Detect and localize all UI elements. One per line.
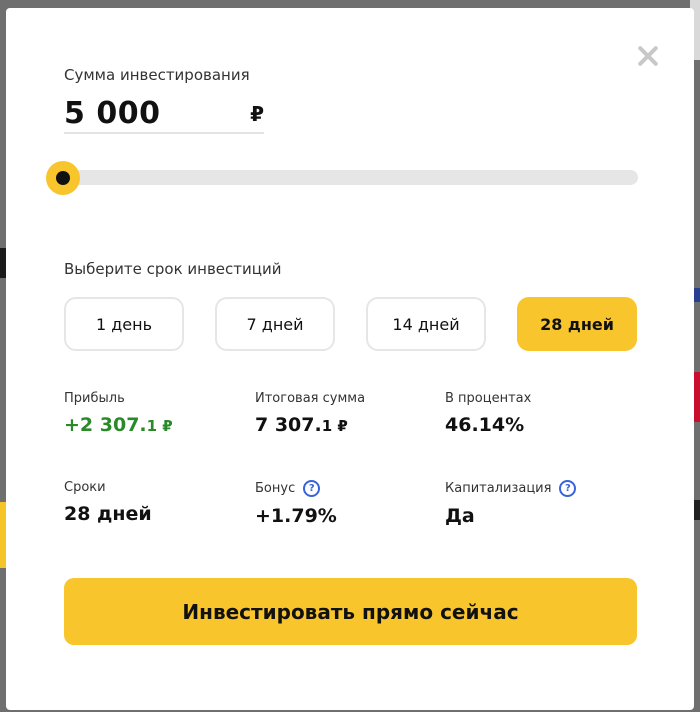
bonus-label-row: Бонус ? bbox=[255, 480, 337, 497]
term-option-14-days[interactable]: 14 дней bbox=[366, 297, 486, 351]
term-option-7-days[interactable]: 7 дней bbox=[215, 297, 335, 351]
total-stat: Итоговая сумма 7 307.1 ₽ bbox=[255, 391, 365, 436]
profit-value: +2 307.1 ₽ bbox=[64, 414, 173, 436]
close-icon[interactable] bbox=[634, 42, 662, 70]
total-value: 7 307.1 ₽ bbox=[255, 414, 365, 436]
profit-value-decimal: 1 ₽ bbox=[146, 417, 173, 435]
total-value-decimal: 1 ₽ bbox=[321, 417, 348, 435]
term-option-28-days[interactable]: 28 дней bbox=[517, 297, 637, 351]
term-label: Выберите срок инвестиций bbox=[64, 260, 282, 278]
total-label: Итоговая сумма bbox=[255, 391, 366, 406]
currency-symbol: ₽ bbox=[250, 102, 264, 126]
profit-value-main: +2 307. bbox=[64, 414, 147, 436]
period-stat: Сроки 28 дней bbox=[64, 480, 152, 525]
profit-label: Прибыль bbox=[64, 391, 125, 406]
bonus-value: +1.79% bbox=[255, 505, 337, 527]
total-value-main: 7 307. bbox=[255, 414, 322, 436]
percent-value: 46.14% bbox=[445, 414, 525, 436]
capitalization-help-icon[interactable]: ? bbox=[559, 480, 577, 497]
investment-modal: Сумма инвестирования 5 000 ₽ Выберите ср… bbox=[6, 8, 694, 710]
term-option-1-day[interactable]: 1 день bbox=[64, 297, 184, 351]
invest-now-button[interactable]: Инвестировать прямо сейчас bbox=[64, 578, 637, 645]
amount-slider-track[interactable] bbox=[58, 170, 638, 185]
capitalization-value: Да bbox=[445, 505, 475, 527]
bonus-stat: Бонус ? +1.79% bbox=[255, 480, 337, 527]
amount-slider-thumb[interactable] bbox=[46, 161, 80, 195]
period-label: Сроки bbox=[64, 480, 106, 495]
capitalization-label: Капитализация bbox=[445, 481, 552, 496]
bonus-label: Бонус bbox=[255, 481, 296, 496]
percent-label: В процентах bbox=[445, 391, 532, 406]
capitalization-stat: Капитализация ? Да bbox=[445, 480, 577, 527]
profit-stat: Прибыль +2 307.1 ₽ bbox=[64, 391, 173, 436]
bonus-help-icon[interactable]: ? bbox=[303, 480, 321, 497]
amount-input[interactable]: 5 000 ₽ bbox=[64, 96, 264, 134]
amount-value[interactable]: 5 000 bbox=[64, 96, 160, 131]
capitalization-label-row: Капитализация ? bbox=[445, 480, 577, 497]
period-value: 28 дней bbox=[64, 503, 152, 525]
percent-stat: В процентах 46.14% bbox=[445, 391, 531, 436]
amount-label: Сумма инвестирования bbox=[64, 66, 250, 84]
